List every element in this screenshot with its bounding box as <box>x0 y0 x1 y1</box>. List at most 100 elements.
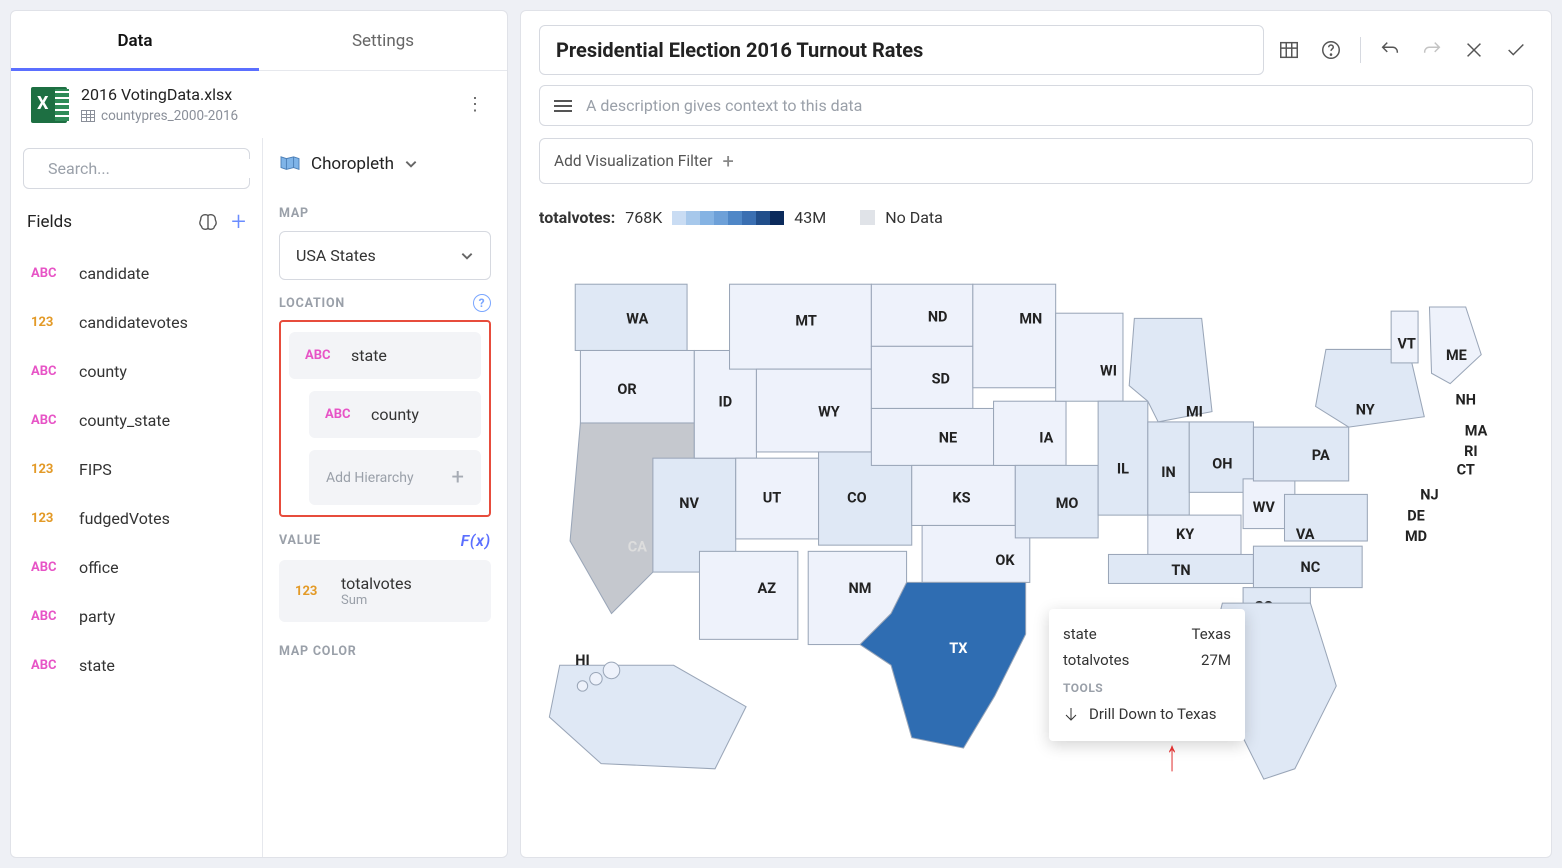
fields-column: Fields + ABCcandidate123candidatevotesAB… <box>11 138 263 857</box>
table-icon <box>81 110 95 122</box>
confirm-button[interactable] <box>1499 33 1533 67</box>
location-state-well[interactable]: ABC state <box>289 332 481 379</box>
svg-text:AZ: AZ <box>758 580 777 597</box>
section-mapcolor-label: MAP COLOR <box>279 644 491 659</box>
choropleth-map[interactable]: WA OR CA NV ID MT WY UT AZ CO NM ND SD N… <box>539 239 1533 843</box>
svg-text:WY: WY <box>818 404 840 421</box>
field-item-state[interactable]: ABCstate <box>23 641 250 690</box>
add-hierarchy-button[interactable]: Add Hierarchy + <box>309 450 481 505</box>
field-item-fudgedVotes[interactable]: 123fudgedVotes <box>23 494 250 543</box>
svg-text:KY: KY <box>1176 526 1194 543</box>
svg-text:IN: IN <box>1161 464 1175 481</box>
legend: totalvotes: 768K 43M No Data <box>539 208 1533 227</box>
arrow-down-icon <box>1063 706 1079 722</box>
chevron-down-icon <box>460 249 474 263</box>
svg-text:NJ: NJ <box>1420 487 1438 504</box>
datasource-table: countypres_2000-2016 <box>101 108 238 124</box>
location-county-well[interactable]: ABC county <box>309 391 481 438</box>
svg-text:CO: CO <box>847 490 866 507</box>
map-type-select[interactable]: USA States <box>279 231 491 280</box>
svg-text:TN: TN <box>1171 562 1190 579</box>
field-item-county[interactable]: ABCcounty <box>23 347 250 396</box>
svg-text:NH: NH <box>1455 391 1475 408</box>
svg-text:PA: PA <box>1312 447 1330 464</box>
redo-button[interactable] <box>1415 33 1449 67</box>
chevron-down-icon <box>404 157 418 171</box>
datasource-file: 2016 VotingData.xlsx <box>81 85 449 104</box>
field-item-party[interactable]: ABCparty <box>23 592 250 641</box>
field-item-candidatevotes[interactable]: 123candidatevotes <box>23 298 250 347</box>
svg-text:NY: NY <box>1356 402 1375 419</box>
svg-text:CA: CA <box>628 538 647 555</box>
viz-toolbar <box>539 25 1533 75</box>
svg-text:WA: WA <box>626 311 648 328</box>
datasource-row: 2016 VotingData.xlsx countypres_2000-201… <box>11 71 507 138</box>
description-row[interactable] <box>539 85 1533 126</box>
datasource-menu-button[interactable]: ⋮ <box>463 93 487 117</box>
search-box[interactable] <box>23 148 250 189</box>
svg-text:MA: MA <box>1465 422 1488 439</box>
svg-text:WV: WV <box>1253 499 1276 516</box>
svg-text:ME: ME <box>1446 347 1467 364</box>
svg-text:ND: ND <box>928 308 948 325</box>
help-button[interactable] <box>1314 33 1348 67</box>
svg-text:OH: OH <box>1212 456 1232 473</box>
section-location-label: LOCATION ? <box>279 294 491 312</box>
value-well[interactable]: 123 totalvotes Sum <box>279 560 491 622</box>
location-wells-highlighted: ABC state ABC county Add Hierarchy + <box>279 320 491 517</box>
svg-text:NC: NC <box>1301 559 1321 576</box>
svg-text:RI: RI <box>1464 443 1478 460</box>
add-field-button[interactable]: + <box>231 207 246 237</box>
svg-text:MO: MO <box>1056 495 1079 512</box>
svg-text:TX: TX <box>949 640 968 657</box>
svg-text:NV: NV <box>679 495 699 512</box>
section-map-label: MAP <box>279 206 491 221</box>
undo-button[interactable] <box>1373 33 1407 67</box>
svg-text:IL: IL <box>1117 461 1129 478</box>
svg-text:MD: MD <box>1405 528 1427 545</box>
field-item-county_state[interactable]: ABCcounty_state <box>23 396 250 445</box>
svg-text:UT: UT <box>763 490 782 507</box>
svg-text:OK: OK <box>995 552 1015 569</box>
svg-text:NE: NE <box>939 430 957 447</box>
drill-down-button[interactable]: Drill Down to Texas <box>1063 699 1231 729</box>
add-filter-button[interactable]: Add Visualization Filter+ <box>539 138 1533 184</box>
svg-text:VA: VA <box>1296 526 1315 543</box>
svg-text:KS: KS <box>952 490 970 507</box>
tab-data[interactable]: Data <box>11 11 259 70</box>
paragraph-icon <box>554 100 572 112</box>
choropleth-icon <box>279 155 301 173</box>
table-view-button[interactable] <box>1272 33 1306 67</box>
annotation-arrow: ↑ <box>1166 729 1178 781</box>
svg-text:CT: CT <box>1457 462 1475 479</box>
tab-settings[interactable]: Settings <box>259 11 507 70</box>
description-input[interactable] <box>586 96 1518 115</box>
color-gradient-legend <box>672 211 784 225</box>
svg-text:HI: HI <box>575 652 589 669</box>
nodata-swatch <box>860 210 875 225</box>
svg-text:MN: MN <box>1019 311 1042 328</box>
field-item-FIPS[interactable]: 123FIPS <box>23 445 250 494</box>
field-item-office[interactable]: ABCoffice <box>23 543 250 592</box>
svg-text:IA: IA <box>1039 430 1053 447</box>
svg-text:VT: VT <box>1397 335 1415 352</box>
search-input[interactable] <box>48 159 251 178</box>
left-panel: Data Settings 2016 VotingData.xlsx count… <box>10 10 508 858</box>
svg-text:ID: ID <box>719 393 733 410</box>
viz-title-input[interactable] <box>539 25 1264 75</box>
state-tooltip: stateTexas totalvotes27M TOOLS Drill Dow… <box>1049 609 1245 741</box>
viz-type-selector[interactable]: Choropleth <box>279 148 491 192</box>
fields-header: Fields <box>27 212 72 232</box>
svg-text:NM: NM <box>849 580 872 597</box>
section-value-label: VALUE F(x) <box>279 531 491 550</box>
svg-text:MT: MT <box>795 313 816 330</box>
brain-icon[interactable] <box>197 212 219 232</box>
help-icon[interactable]: ? <box>473 294 491 312</box>
visualization-panel: Add Visualization Filter+ totalvotes: 76… <box>520 10 1552 858</box>
svg-text:OR: OR <box>617 381 636 398</box>
excel-icon <box>31 87 67 123</box>
config-column: Choropleth MAP USA States LOCATION ? ABC… <box>263 138 507 857</box>
fx-button[interactable]: F(x) <box>461 531 491 550</box>
field-item-candidate[interactable]: ABCcandidate <box>23 249 250 298</box>
cancel-button[interactable] <box>1457 33 1491 67</box>
